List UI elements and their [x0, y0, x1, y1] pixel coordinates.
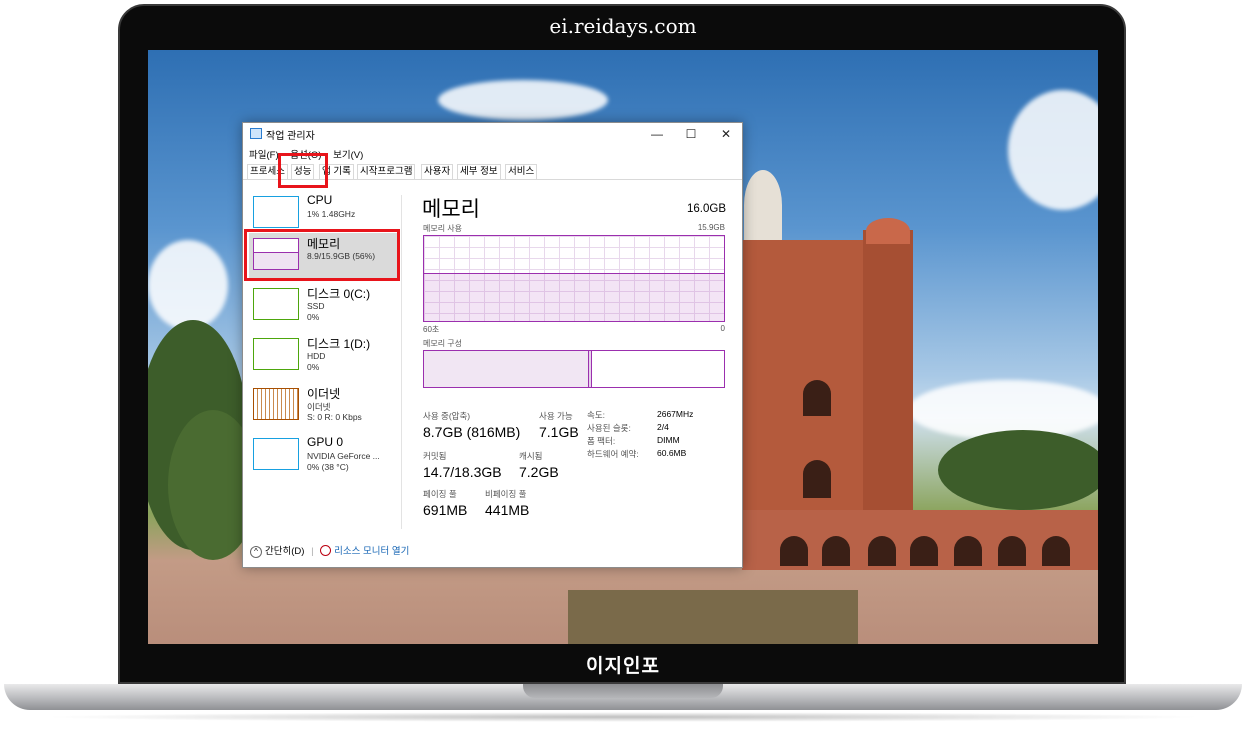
window-title: 작업 관리자	[266, 131, 315, 142]
resource-monitor-icon	[320, 545, 332, 556]
in-use-label: 사용 중(압축)	[423, 411, 471, 421]
form-factor-label: 폼 팩터:	[587, 436, 616, 446]
sidebar-item-title: 디스크 0(C:)	[307, 287, 371, 301]
chevron-up-icon: ^	[250, 546, 262, 558]
gpu-thumbnail	[253, 438, 299, 470]
sidebar-item-ethernet[interactable]: 이더넷 이더넷 S: 0 R: 0 Kbps	[249, 383, 399, 429]
nonpaged-pool-value: 441MB	[485, 502, 530, 518]
brand-label: 이지인포	[586, 655, 660, 677]
speed-label: 속도:	[587, 410, 606, 420]
sidebar-item-line1: NVIDIA GeForce ...	[307, 451, 380, 461]
sidebar-item-line1: SSD	[307, 301, 325, 311]
sidebar-item-line1: 1% 1.48GHz	[307, 209, 356, 219]
speed-value: 2667MHz	[657, 409, 694, 419]
minimize-button[interactable]: —	[643, 125, 671, 143]
memory-usage-fill	[424, 273, 724, 321]
footer-separator: |	[311, 546, 314, 557]
usage-max: 15.9GB	[697, 223, 725, 232]
hardware-reserved-label: 하드웨어 예약:	[587, 449, 639, 459]
nonpaged-pool-label: 비페이징 풀	[485, 489, 527, 499]
sidebar-item-disk1[interactable]: 디스크 1(D:) HDD 0%	[249, 333, 399, 379]
sidebar-item-gpu[interactable]: GPU 0 NVIDIA GeForce ... 0% (38 °C)	[249, 433, 399, 479]
committed-value: 14.7/18.3GB	[423, 464, 502, 480]
composition-in-use	[424, 351, 589, 387]
title-bar[interactable]: 작업 관리자 — ☐ ✕	[243, 123, 742, 145]
sidebar-item-disk0[interactable]: 디스크 0(C:) SSD 0%	[249, 283, 399, 329]
paged-pool-label: 페이징 풀	[423, 489, 457, 499]
in-use-value: 8.7GB (816MB)	[423, 424, 521, 440]
laptop-notch	[523, 684, 723, 698]
sidebar-item-line2: 0%	[307, 312, 320, 322]
cached-value: 7.2GB	[519, 464, 559, 480]
sidebar-item-line2: 0% (38 °C)	[307, 462, 349, 472]
highlight-memory-item	[244, 229, 400, 281]
task-manager-icon	[250, 128, 262, 139]
panel-title: 메모리	[422, 198, 480, 221]
footer: ^ 간단히(D) | 리소스 모니터 열기	[250, 543, 409, 558]
usage-label: 메모리 사용	[423, 224, 463, 233]
available-label: 사용 가능	[539, 411, 573, 421]
highlight-performance-tab	[278, 153, 328, 188]
slots-value: 2/4	[657, 422, 669, 432]
tab-users[interactable]: 사용자	[421, 164, 454, 179]
open-resource-monitor-link[interactable]: 리소스 모니터 열기	[334, 546, 409, 557]
tab-startup[interactable]: 시작프로그램	[357, 164, 416, 179]
task-manager-window[interactable]: 작업 관리자 — ☐ ✕ 파일(F) 옵션(O) 보기(V) 프로세스 성능 앱…	[242, 122, 743, 568]
sidebar-item-title: 디스크 1(D:)	[307, 337, 371, 351]
disk1-thumbnail	[253, 338, 299, 370]
composition-modified	[589, 351, 592, 387]
ethernet-thumbnail	[253, 388, 299, 420]
maximize-button[interactable]: ☐	[677, 125, 705, 143]
sidebar-item-line2: S: 0 R: 0 Kbps	[307, 412, 362, 422]
slots-label: 사용된 슬롯:	[587, 423, 631, 433]
laptop-shadow	[40, 712, 1206, 722]
sidebar-item-title: GPU 0	[307, 435, 344, 449]
hardware-reserved-value: 60.6MB	[657, 448, 687, 458]
memory-composition-bar	[423, 350, 725, 388]
graph-x-left: 60초	[423, 325, 440, 334]
laptop-frame: ei.reidays.com 이지인포 작업 관리자 — ☐ ✕ 파일(F) 옵…	[0, 0, 1246, 730]
available-value: 7.1GB	[539, 424, 579, 440]
sidebar-item-title: 이더넷	[307, 387, 341, 401]
sidebar-item-line1: HDD	[307, 351, 326, 361]
total-memory: 16.0GB	[687, 203, 726, 215]
composition-label: 메모리 구성	[423, 339, 463, 348]
close-button[interactable]: ✕	[712, 125, 740, 143]
sidebar-item-line2: 0%	[307, 362, 320, 372]
committed-label: 커밋됨	[423, 451, 447, 461]
cached-label: 캐시됨	[519, 451, 543, 461]
menu-view[interactable]: 보기(V)	[333, 150, 363, 161]
fewer-details-button[interactable]: 간단히(D)	[265, 546, 304, 557]
form-factor-value: DIMM	[657, 435, 680, 445]
memory-panel: 메모리 16.0GB 메모리 사용 15.9GB 60초 0 메모리 구성 사용…	[413, 191, 733, 541]
paged-pool-value: 691MB	[423, 502, 468, 518]
cpu-thumbnail	[253, 196, 299, 228]
site-watermark: ei.reidays.com	[549, 14, 697, 38]
sidebar-divider	[401, 195, 402, 529]
menu-file[interactable]: 파일(F)	[249, 150, 279, 161]
sidebar-item-title: CPU	[307, 193, 333, 207]
disk0-thumbnail	[253, 288, 299, 320]
tab-services[interactable]: 서비스	[505, 164, 538, 179]
graph-x-right: 0	[720, 324, 725, 333]
memory-usage-graph	[423, 235, 725, 322]
tab-details[interactable]: 세부 정보	[457, 164, 501, 179]
